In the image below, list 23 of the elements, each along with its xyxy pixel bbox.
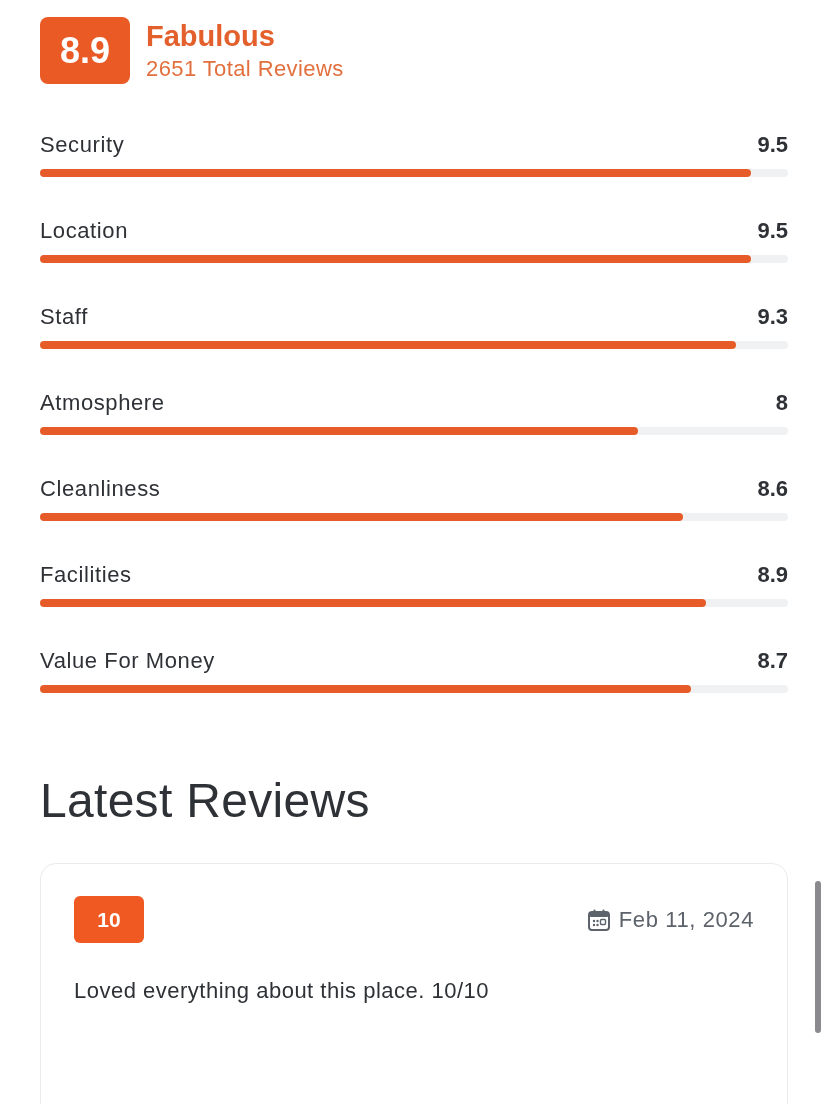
- category-label: Value For Money: [40, 648, 215, 674]
- total-reviews-count: 2651 Total Reviews: [146, 54, 344, 83]
- overall-score-badge: 8.9: [40, 17, 130, 84]
- scrollbar-thumb[interactable]: [815, 881, 821, 1033]
- category-label: Location: [40, 218, 128, 244]
- category-score: 8.9: [757, 562, 788, 588]
- review-score-badge: 10: [74, 896, 144, 943]
- rating-verdict: Fabulous: [146, 18, 276, 53]
- category-score: 9.5: [757, 132, 788, 158]
- category-score: 9.3: [757, 304, 788, 330]
- category-label: Atmosphere: [40, 390, 165, 416]
- category-score: 9.5: [757, 218, 788, 244]
- category-label: Facilities: [40, 562, 132, 588]
- category-score: 8.6: [757, 476, 788, 502]
- category-score: 8.7: [757, 648, 788, 674]
- category-label: Staff: [40, 304, 88, 330]
- section-heading: Latest Reviews: [40, 773, 371, 829]
- category-score: 8: [775, 390, 788, 416]
- review-date: Feb 11, 2024: [618, 906, 754, 933]
- category-label: Cleanliness: [40, 476, 161, 502]
- review-text: Loved everything about this place. 10/10: [74, 977, 491, 1005]
- calendar-icon: [586, 907, 611, 932]
- category-label: Security: [40, 132, 125, 158]
